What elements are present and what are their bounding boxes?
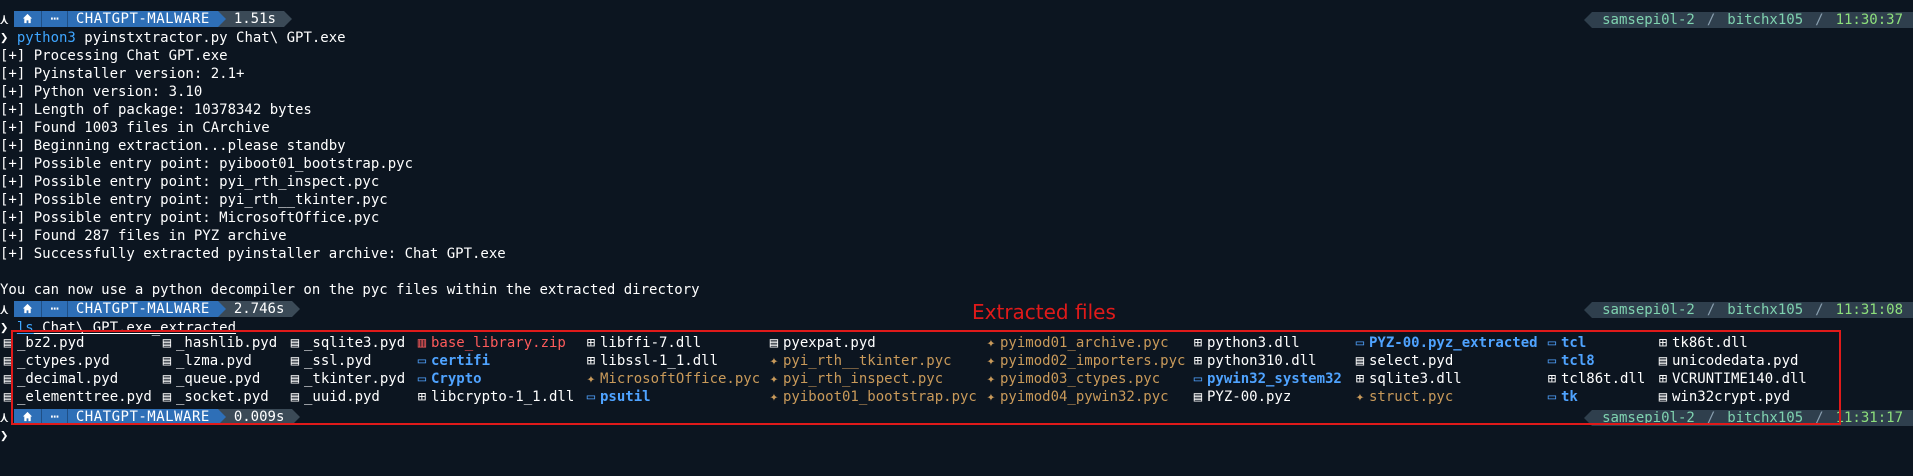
prompt-time: 11:30:37 — [1825, 12, 1913, 28]
directory-segment: CHATGPT-MALWARE — [66, 11, 218, 27]
home-icon[interactable] — [14, 11, 42, 27]
prompt-arrow: ❯ — [0, 428, 9, 444]
path-ellipsis: ⋯ — [41, 11, 67, 27]
powerline-separator — [283, 11, 292, 27]
prompt-right-segment: samsepi0l-2/bitchx105/11:31:08 — [1584, 302, 1913, 318]
command-line[interactable]: ❯ — [0, 427, 8, 445]
output-line: [+] Successfully extracted pyinstaller a… — [0, 246, 506, 262]
output-line: [+] Beginning extraction...please standb… — [0, 138, 346, 154]
command-duration: 1.51s — [225, 11, 284, 27]
prompt-line: ⋏ ⋯ CHATGPT-MALWARE 1.51s — [0, 11, 292, 29]
output-line: [+] Possible entry point: pyi_rth__tkint… — [0, 192, 388, 208]
user-name: bitchx105 — [1717, 302, 1814, 318]
host-name: samsepi0l-2 — [1592, 302, 1705, 318]
powerline-separator — [1584, 12, 1593, 28]
output-line: [+] Pyinstaller version: 2.1+ — [0, 66, 245, 82]
output-line: [+] Processing Chat GPT.exe — [0, 48, 228, 64]
prompt-symbol: ⋏ — [0, 410, 9, 426]
powerline-separator — [217, 301, 226, 317]
output-line: [+] Python version: 3.10 — [0, 84, 203, 100]
output-line: [+] Possible entry point: pyiboot01_boot… — [0, 156, 414, 172]
powerline-separator — [1584, 302, 1593, 318]
output-line: [+] Possible entry point: MicrosoftOffic… — [0, 210, 380, 226]
segment-divider: / — [1704, 12, 1718, 28]
command-args: pyinstxtractor.py Chat\ GPT.exe — [75, 30, 346, 46]
command-program: python3 — [16, 30, 76, 46]
path-ellipsis: ⋯ — [41, 301, 67, 317]
command-duration: 2.746s — [225, 301, 293, 317]
output-line: [+] Possible entry point: pyi_rth_inspec… — [0, 174, 380, 190]
user-name: bitchx105 — [1717, 12, 1814, 28]
segment-divider: / — [1813, 12, 1826, 28]
output-line: [+] Found 287 files in PYZ archive — [0, 228, 287, 244]
host-name: samsepi0l-2 — [1592, 12, 1705, 28]
prompt-time: 11:31:08 — [1825, 302, 1913, 318]
extracted-files-annotation: Extracted files — [972, 300, 1116, 324]
segment-divider: / — [1704, 302, 1718, 318]
segment-divider: / — [1813, 302, 1826, 318]
prompt-right-segment: samsepi0l-2/bitchx105/11:30:37 — [1584, 12, 1913, 28]
output-line: [+] Found 1003 files in CArchive — [0, 120, 270, 136]
powerline-separator — [292, 301, 301, 317]
prompt-arrow: ❯ — [0, 30, 17, 46]
prompt-symbol: ⋏ — [0, 12, 9, 28]
directory-segment: CHATGPT-MALWARE — [66, 301, 218, 317]
output-line: You can now use a python decompiler on t… — [0, 282, 700, 298]
powerline-separator — [217, 11, 226, 27]
prompt-line: ⋏ ⋯ CHATGPT-MALWARE 2.746s — [0, 301, 301, 319]
prompt-symbol: ⋏ — [0, 302, 9, 318]
extracted-files-highlight-box — [11, 330, 1841, 425]
home-icon[interactable] — [14, 301, 42, 317]
output-line: [+] Length of package: 10378342 bytes — [0, 102, 312, 118]
command-line[interactable]: ❯ python3 pyinstxtractor.py Chat\ GPT.ex… — [0, 29, 346, 47]
